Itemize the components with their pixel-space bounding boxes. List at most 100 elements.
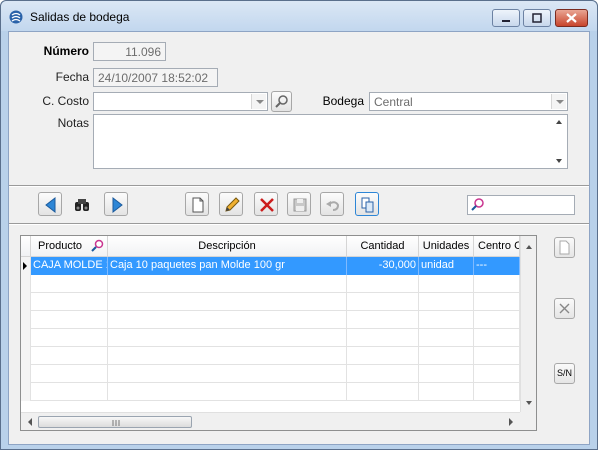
cell-producto[interactable] — [31, 293, 108, 311]
notas-textarea[interactable] — [93, 114, 568, 169]
grid-vertical-scrollbar[interactable] — [520, 236, 536, 412]
next-arrow-icon — [112, 196, 123, 214]
cell-cantidad[interactable] — [347, 347, 419, 365]
ccosto-combo[interactable] — [93, 92, 268, 111]
cell-centro[interactable] — [474, 311, 520, 329]
delete-button[interactable] — [254, 192, 278, 216]
scroll-up-icon[interactable] — [551, 117, 567, 127]
toolbar-search-input[interactable] — [467, 195, 575, 215]
edit-button[interactable] — [219, 192, 243, 216]
cell-cantidad[interactable] — [347, 293, 419, 311]
numero-field[interactable]: 11.096 — [93, 42, 166, 61]
cell-producto[interactable] — [31, 275, 108, 293]
cell-centro[interactable] — [474, 329, 520, 347]
cell-producto[interactable] — [31, 383, 108, 401]
cell-descripcion[interactable] — [108, 365, 347, 383]
scroll-up-icon[interactable] — [521, 241, 537, 253]
add-row-button[interactable] — [554, 237, 575, 258]
copy-button[interactable] — [355, 192, 379, 216]
cell-unidades[interactable] — [419, 365, 474, 383]
cell-cantidad[interactable]: -30,000 — [347, 257, 419, 275]
cell-unidades[interactable] — [419, 311, 474, 329]
grid-horizontal-scrollbar[interactable] — [21, 412, 520, 430]
find-record-button[interactable] — [69, 192, 93, 216]
col-unidades[interactable]: Unidades — [419, 236, 474, 257]
cell-cantidad[interactable] — [347, 383, 419, 401]
cell-cantidad[interactable] — [347, 365, 419, 383]
cell-producto[interactable] — [31, 365, 108, 383]
cell-producto[interactable] — [31, 329, 108, 347]
col-descripcion[interactable]: Descripción — [108, 236, 347, 257]
cell-centro[interactable] — [474, 275, 520, 293]
cell-descripcion[interactable] — [108, 311, 347, 329]
current-row-indicator-icon — [23, 262, 27, 270]
close-button[interactable] — [555, 9, 588, 27]
maximize-button[interactable] — [523, 9, 551, 27]
row-header[interactable] — [21, 365, 31, 383]
fecha-field[interactable]: 24/10/2007 18:52:02 — [93, 68, 218, 87]
scroll-thumb[interactable] — [38, 416, 192, 428]
cell-unidades[interactable] — [419, 383, 474, 401]
table-row[interactable] — [21, 383, 520, 401]
cell-producto[interactable] — [31, 311, 108, 329]
title-bar[interactable]: Salidas de bodega — [1, 1, 597, 31]
next-record-button[interactable] — [104, 192, 128, 216]
cell-descripcion[interactable] — [108, 275, 347, 293]
cell-centro[interactable] — [474, 365, 520, 383]
row-header[interactable] — [21, 311, 31, 329]
new-button[interactable] — [185, 192, 209, 216]
notas-scrollbar[interactable] — [551, 115, 567, 168]
cell-unidades[interactable]: unidad — [419, 257, 474, 275]
cell-centro[interactable] — [474, 293, 520, 311]
detail-grid[interactable]: Producto Descripción Cantidad Unidades C… — [20, 235, 537, 431]
cell-descripcion[interactable] — [108, 329, 347, 347]
bodega-combo[interactable]: Central — [369, 92, 568, 111]
undo-button[interactable] — [320, 192, 344, 216]
col-centro[interactable]: Centro C — [474, 236, 520, 257]
remove-row-button[interactable] — [554, 298, 575, 319]
scroll-right-icon[interactable] — [505, 414, 517, 430]
cell-unidades[interactable] — [419, 329, 474, 347]
cell-cantidad[interactable] — [347, 311, 419, 329]
table-row[interactable] — [21, 347, 520, 365]
scroll-down-icon[interactable] — [551, 156, 567, 166]
cell-centro[interactable] — [474, 347, 520, 365]
minimize-button[interactable] — [492, 9, 520, 27]
cell-unidades[interactable] — [419, 347, 474, 365]
save-button[interactable] — [287, 192, 311, 216]
col-producto[interactable]: Producto — [31, 236, 108, 257]
cell-cantidad[interactable] — [347, 275, 419, 293]
cell-cantidad[interactable] — [347, 329, 419, 347]
prev-record-button[interactable] — [38, 192, 62, 216]
row-header[interactable] — [21, 275, 31, 293]
chevron-down-icon[interactable] — [551, 94, 566, 109]
table-row[interactable] — [21, 311, 520, 329]
row-header[interactable] — [21, 293, 31, 311]
row-header[interactable] — [21, 347, 31, 365]
row-header[interactable] — [21, 383, 31, 401]
row-header[interactable] — [21, 329, 31, 347]
table-row[interactable] — [21, 365, 520, 383]
cell-descripcion[interactable] — [108, 383, 347, 401]
cell-centro[interactable] — [474, 383, 520, 401]
scroll-down-icon[interactable] — [521, 397, 537, 409]
cell-producto[interactable] — [31, 347, 108, 365]
chevron-down-icon[interactable] — [251, 94, 266, 109]
cell-descripcion[interactable]: Caja 10 paquetes pan Molde 100 gr — [108, 257, 347, 275]
table-row[interactable] — [21, 275, 520, 293]
table-row[interactable]: CAJA MOLDE 1 Caja 10 paquetes pan Molde 1… — [21, 257, 520, 275]
cell-unidades[interactable] — [419, 293, 474, 311]
cell-unidades[interactable] — [419, 275, 474, 293]
cell-centro[interactable]: --- — [474, 257, 520, 275]
scroll-left-icon[interactable] — [24, 414, 36, 430]
row-header[interactable] — [21, 257, 31, 275]
table-row[interactable] — [21, 293, 520, 311]
cell-descripcion[interactable] — [108, 293, 347, 311]
col-cantidad[interactable]: Cantidad — [347, 236, 419, 257]
table-row[interactable] — [21, 329, 520, 347]
maximize-icon — [532, 13, 542, 23]
cell-descripcion[interactable] — [108, 347, 347, 365]
grid-header: Producto Descripción Cantidad Unidades C… — [21, 236, 520, 257]
serial-number-button[interactable]: S/N — [554, 363, 575, 384]
cell-producto[interactable]: CAJA MOLDE 1 — [31, 257, 108, 275]
